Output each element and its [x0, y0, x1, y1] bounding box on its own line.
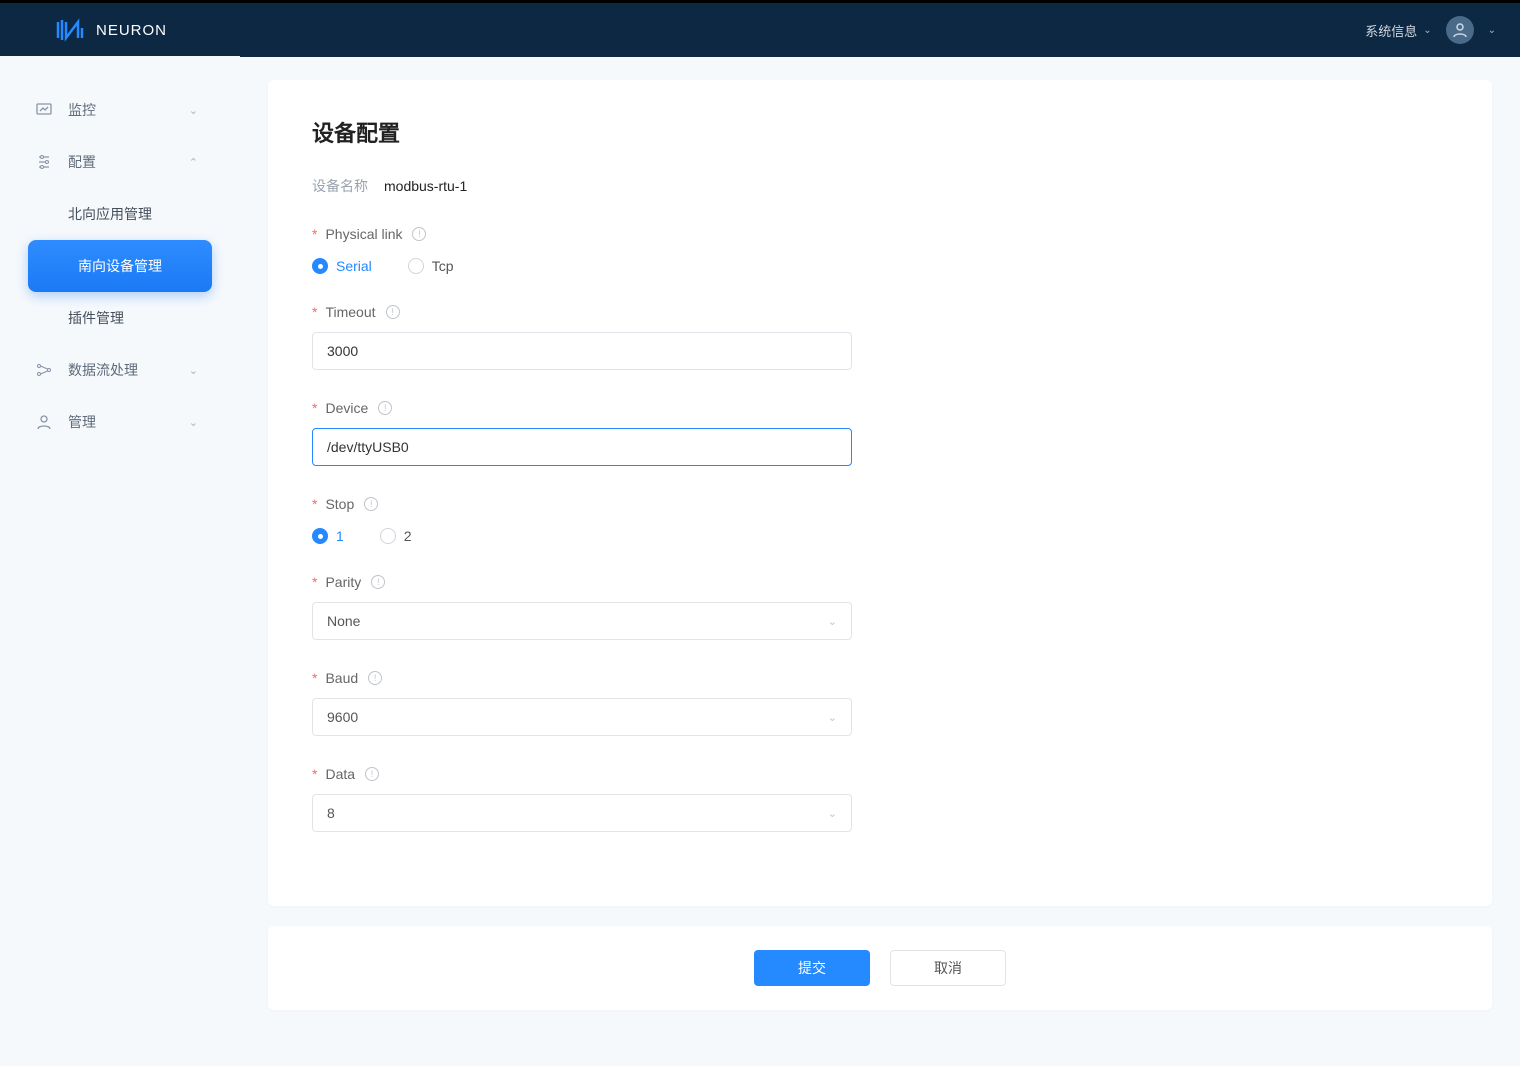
field-physical-link: * Physical link ! Serial Tcp: [312, 226, 1448, 274]
system-info-dropdown[interactable]: 系统信息 ⌄: [1365, 21, 1431, 40]
sidebar-item-config[interactable]: 配置 ⌃: [0, 136, 240, 188]
action-bar: 提交 取消: [268, 926, 1492, 1010]
chevron-down-icon: ⌄: [1423, 25, 1431, 36]
monitor-icon: [36, 102, 52, 118]
radio-stop-2[interactable]: 2: [380, 528, 412, 544]
info-icon[interactable]: !: [371, 575, 385, 589]
field-parity: * Parity ! None ⌄: [312, 574, 1448, 640]
timeout-input[interactable]: [312, 332, 852, 370]
chevron-down-icon[interactable]: ⌄: [1488, 25, 1496, 36]
sidebar-item-plugins[interactable]: 插件管理: [0, 292, 240, 344]
field-label: Device: [325, 400, 368, 416]
device-name-label: 设备名称: [312, 176, 368, 196]
select-value: None: [327, 613, 360, 629]
radio-dot-icon: [408, 258, 424, 274]
radio-label: 2: [404, 528, 412, 544]
device-config-card: 设备配置 设备名称 modbus-rtu-1 * Physical link !…: [268, 80, 1492, 906]
field-device: * Device !: [312, 400, 1448, 466]
chevron-down-icon: ⌄: [189, 104, 198, 117]
sidebar-item-stream[interactable]: 数据流处理 ⌄: [0, 344, 240, 396]
device-input[interactable]: [312, 428, 852, 466]
cancel-button[interactable]: 取消: [890, 950, 1006, 986]
radio-label: Tcp: [432, 258, 454, 274]
field-baud: * Baud ! 9600 ⌄: [312, 670, 1448, 736]
device-name-row: 设备名称 modbus-rtu-1: [312, 176, 1448, 196]
user-icon: [1452, 22, 1468, 38]
required-mark: *: [312, 226, 317, 242]
parity-select[interactable]: None ⌄: [312, 602, 852, 640]
sliders-icon: [36, 154, 52, 170]
user-icon: [36, 414, 52, 430]
field-label: Baud: [325, 670, 358, 686]
sidebar-item-south-devices[interactable]: 南向设备管理: [28, 240, 212, 292]
sidebar-item-label: 监控: [68, 100, 96, 120]
sidebar-item-label: 管理: [68, 412, 96, 432]
main-content: 设备配置 设备名称 modbus-rtu-1 * Physical link !…: [240, 56, 1520, 1066]
info-icon[interactable]: !: [378, 401, 392, 415]
radio-dot-icon: [312, 528, 328, 544]
system-info-label: 系统信息: [1365, 21, 1417, 40]
field-stop: * Stop ! 1 2: [312, 496, 1448, 544]
field-timeout: * Timeout !: [312, 304, 1448, 370]
field-label: Parity: [325, 574, 361, 590]
header: NEURON 系统信息 ⌄ ⌄: [0, 3, 1520, 57]
select-value: 8: [327, 805, 335, 821]
submit-button[interactable]: 提交: [754, 950, 870, 986]
field-label: Stop: [325, 496, 354, 512]
required-mark: *: [312, 766, 317, 782]
radio-dot-icon: [380, 528, 396, 544]
radio-label: Serial: [336, 258, 372, 274]
chevron-up-icon: ⌃: [189, 156, 198, 169]
flow-icon: [36, 362, 52, 378]
info-icon[interactable]: !: [365, 767, 379, 781]
brand-logo: NEURON: [56, 18, 167, 42]
sidebar-item-label: 南向设备管理: [78, 256, 162, 276]
select-value: 9600: [327, 709, 358, 725]
sidebar-item-manage[interactable]: 管理 ⌄: [0, 396, 240, 448]
baud-select[interactable]: 9600 ⌄: [312, 698, 852, 736]
field-data: * Data ! 8 ⌄: [312, 766, 1448, 832]
chevron-down-icon: ⌄: [828, 807, 837, 820]
sidebar-item-monitor[interactable]: 监控 ⌄: [0, 84, 240, 136]
required-mark: *: [312, 670, 317, 686]
info-icon[interactable]: !: [412, 227, 426, 241]
info-icon[interactable]: !: [386, 305, 400, 319]
field-label: Timeout: [325, 304, 375, 320]
radio-dot-icon: [312, 258, 328, 274]
field-label: Physical link: [325, 226, 402, 242]
sidebar-item-label: 数据流处理: [68, 360, 138, 380]
sidebar: 监控 ⌄ 配置 ⌃ 北向应用管理 南向设备管理 插件管理 数据流处理 ⌄: [0, 56, 240, 1066]
radio-tcp[interactable]: Tcp: [408, 258, 454, 274]
avatar[interactable]: [1446, 16, 1474, 44]
required-mark: *: [312, 304, 317, 320]
chevron-down-icon: ⌄: [189, 364, 198, 377]
data-select[interactable]: 8 ⌄: [312, 794, 852, 832]
info-icon[interactable]: !: [364, 497, 378, 511]
required-mark: *: [312, 496, 317, 512]
info-icon[interactable]: !: [368, 671, 382, 685]
sidebar-item-label: 北向应用管理: [68, 204, 152, 224]
chevron-down-icon: ⌄: [828, 711, 837, 724]
sidebar-item-north-apps[interactable]: 北向应用管理: [0, 188, 240, 240]
field-label: Data: [325, 766, 355, 782]
chevron-down-icon: ⌄: [828, 615, 837, 628]
radio-label: 1: [336, 528, 344, 544]
page-title: 设备配置: [312, 116, 1448, 148]
required-mark: *: [312, 574, 317, 590]
radio-serial[interactable]: Serial: [312, 258, 372, 274]
radio-stop-1[interactable]: 1: [312, 528, 344, 544]
required-mark: *: [312, 400, 317, 416]
chevron-down-icon: ⌄: [189, 416, 198, 429]
device-name-value: modbus-rtu-1: [384, 178, 467, 194]
brand-name: NEURON: [96, 22, 167, 39]
sidebar-item-label: 配置: [68, 152, 96, 172]
neuron-logo-icon: [56, 18, 86, 42]
sidebar-item-label: 插件管理: [68, 308, 124, 328]
